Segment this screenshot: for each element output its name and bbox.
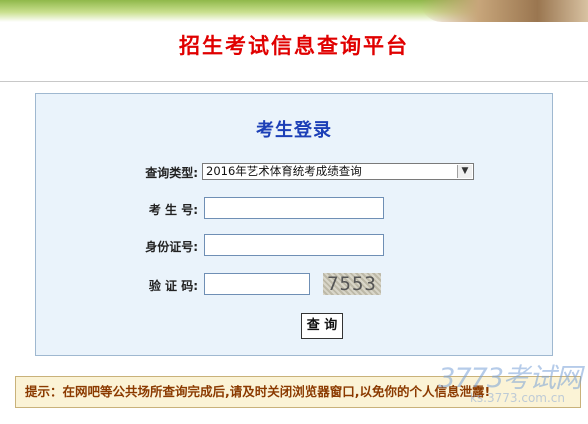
login-heading: 考生登录 <box>256 120 332 141</box>
exam-number-input[interactable] <box>204 197 384 219</box>
captcha-label: 验 证 码: <box>148 279 198 293</box>
exam-number-label: 考 生 号: <box>148 203 198 217</box>
captcha-image[interactable]: 7553 <box>323 273 381 295</box>
query-type-select[interactable]: 2016年艺术体育统考成绩查询 ▼ <box>202 163 474 180</box>
login-panel: 考生登录 查询类型: 2016年艺术体育统考成绩查询 ▼ 考 生 号: 身份证号… <box>35 93 553 356</box>
query-type-selected-value: 2016年艺术体育统考成绩查询 <box>206 164 362 178</box>
query-type-label: 查询类型: <box>145 166 198 180</box>
captcha-input[interactable] <box>204 273 310 295</box>
chevron-down-icon[interactable]: ▼ <box>457 165 472 178</box>
banner-decoration <box>420 0 588 22</box>
id-number-label: 身份证号: <box>145 240 198 254</box>
id-number-input[interactable] <box>204 234 384 256</box>
query-button[interactable]: 查 询 <box>301 313 343 339</box>
top-banner <box>0 0 588 22</box>
notice-bar: 提示：在网吧等公共场所查询完成后,请及时关闭浏览器窗口,以免你的个人信息泄露! <box>15 376 581 408</box>
site-title: 招生考试信息查询平台 <box>179 34 409 58</box>
title-divider <box>0 81 588 82</box>
